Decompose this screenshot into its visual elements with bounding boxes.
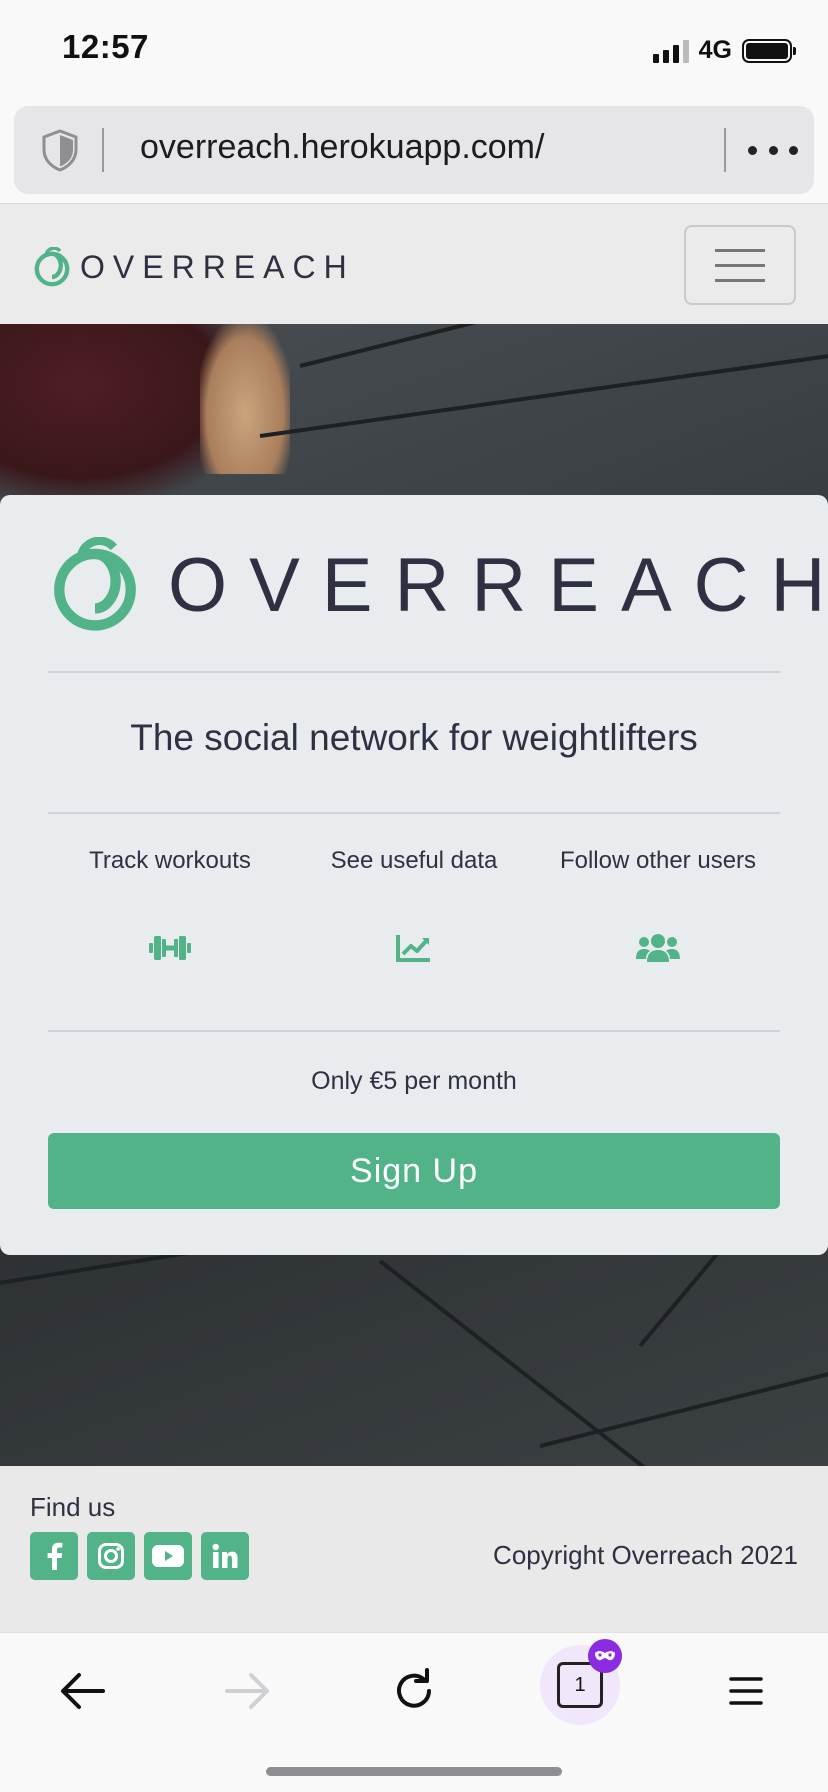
feature-label: Follow other users xyxy=(559,847,757,874)
private-mask-icon xyxy=(588,1639,622,1673)
divider xyxy=(48,1030,780,1032)
signal-icon xyxy=(652,39,689,63)
site-navbar: OVERREACH xyxy=(0,203,828,324)
feature-item: Follow other users xyxy=(536,843,780,963)
overreach-logo-icon xyxy=(54,537,136,631)
url-text[interactable]: overreach.herokuapp.com/ xyxy=(140,128,544,167)
network-type: 4G xyxy=(698,36,732,64)
navbar-brand[interactable]: OVERREACH xyxy=(32,247,355,287)
site-footer: Find us Copyright Overreach 2021 xyxy=(0,1466,828,1632)
youtube-icon[interactable] xyxy=(144,1532,192,1580)
overreach-logo-icon xyxy=(34,247,70,287)
navbar-brand-text: OVERREACH xyxy=(80,248,355,285)
feature-label: Track workouts xyxy=(89,847,251,874)
reload-icon[interactable] xyxy=(374,1651,454,1731)
social-links xyxy=(30,1532,249,1580)
card-brand-text: OVERREACH xyxy=(168,542,828,628)
feature-label: See useful data xyxy=(330,847,498,874)
shield-icon[interactable] xyxy=(40,128,80,172)
feature-item: See useful data xyxy=(292,843,536,963)
card-logo: OVERREACH xyxy=(48,537,828,633)
linkedin-icon[interactable] xyxy=(201,1532,249,1580)
sign-up-button[interactable]: Sign Up xyxy=(48,1133,780,1209)
divider xyxy=(48,671,780,673)
forward-arrow-icon[interactable] xyxy=(208,1651,288,1731)
tagline: The social network for weightlifters xyxy=(130,717,698,758)
users-icon xyxy=(636,934,680,962)
status-indicators: 4G xyxy=(652,36,796,65)
more-icon[interactable] xyxy=(748,128,798,172)
chart-line-icon xyxy=(396,935,430,962)
instagram-icon[interactable] xyxy=(87,1532,135,1580)
hero-card: OVERREACH The social network for weightl… xyxy=(0,495,828,1255)
dumbbell-icon xyxy=(149,936,191,960)
divider xyxy=(48,812,780,814)
feature-list: Track workouts See useful data Follow ot… xyxy=(48,843,780,963)
tabs-icon[interactable]: 1 xyxy=(540,1639,622,1725)
copyright-text: Copyright Overreach 2021 xyxy=(493,1540,798,1570)
status-time: 12:57 xyxy=(62,28,149,65)
price-text: Only €5 per month xyxy=(311,1067,517,1095)
status-bar: 12:57 4G xyxy=(0,0,828,100)
menu-icon[interactable] xyxy=(706,1651,786,1731)
battery-icon xyxy=(742,38,796,63)
feature-item: Track workouts xyxy=(48,843,292,963)
url-bar[interactable]: overreach.herokuapp.com/ xyxy=(14,106,814,194)
facebook-icon[interactable] xyxy=(30,1532,78,1580)
home-indicator[interactable] xyxy=(266,1767,562,1776)
url-divider xyxy=(724,128,726,172)
url-divider xyxy=(102,128,104,172)
back-arrow-icon[interactable] xyxy=(42,1651,122,1731)
find-us-label: Find us xyxy=(30,1492,116,1522)
hamburger-menu-button[interactable] xyxy=(684,225,796,305)
